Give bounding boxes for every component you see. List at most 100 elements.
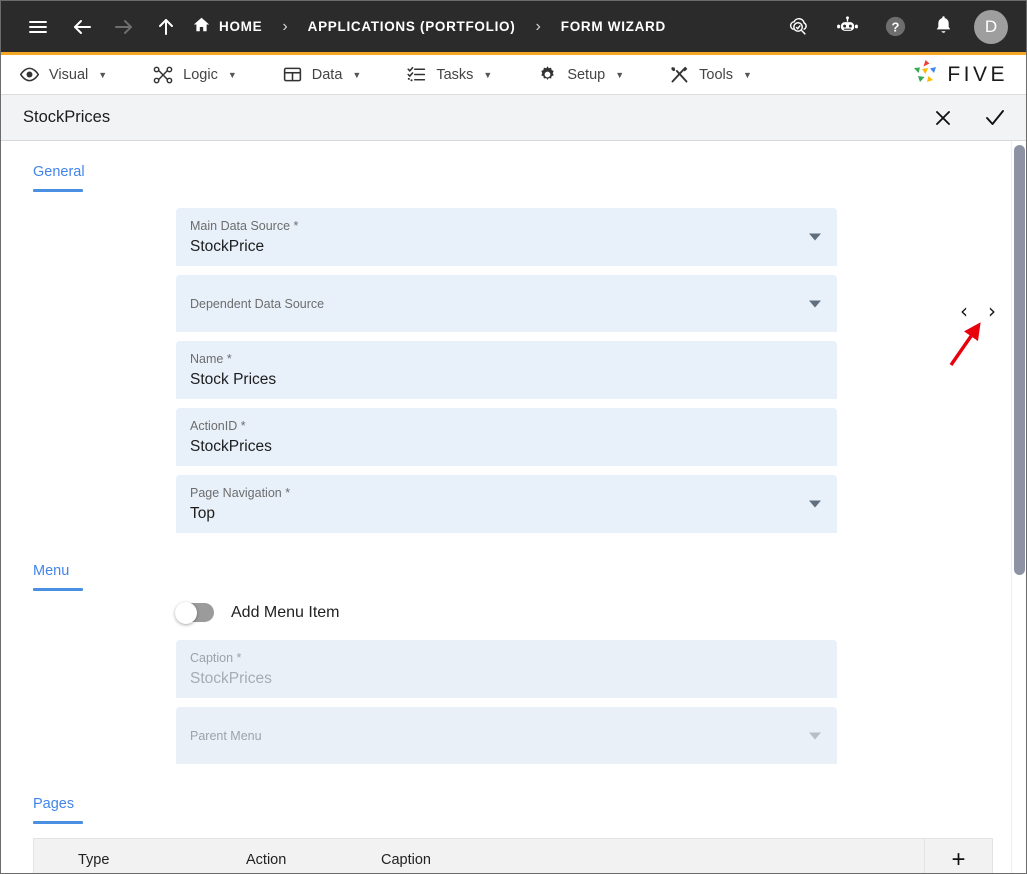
robot-icon[interactable] <box>830 10 864 44</box>
table-icon <box>282 64 303 85</box>
section-label-general: General <box>33 164 85 180</box>
forward-arrow-icon[interactable] <box>107 10 141 44</box>
menu-label-logic: Logic <box>183 66 218 83</box>
field-label: Page Navigation * <box>190 486 291 500</box>
form-body: ‹ › General Main Data Source * StockPric… <box>1 141 1026 873</box>
breadcrumb-item-home[interactable]: HOME <box>193 16 262 38</box>
field-label: Name * <box>190 352 232 366</box>
section-label-pages: Pages <box>33 796 75 812</box>
field-value: StockPrices <box>190 438 272 455</box>
section-label-menu: Menu <box>33 563 70 579</box>
menu-label-data: Data <box>311 66 343 83</box>
field-caption[interactable]: Caption * StockPrices <box>176 640 837 698</box>
eye-icon <box>19 64 40 85</box>
vertical-scrollbar[interactable] <box>1011 141 1026 873</box>
main-menu-bar: Visual ▼ Logic ▼ Data ▼ Tasks ▼ Setup ▼ … <box>1 55 1026 95</box>
field-dependent-data-source[interactable]: Dependent Data Source <box>176 275 837 332</box>
home-icon <box>193 16 210 38</box>
chevron-down-icon: ▼ <box>615 69 625 80</box>
logic-nodes-icon <box>152 64 174 86</box>
field-label: Dependent Data Source <box>190 296 325 311</box>
menu-label-tasks: Tasks <box>436 66 474 83</box>
confirm-check-icon[interactable] <box>982 105 1008 131</box>
chevron-down-icon: ▼ <box>743 69 752 80</box>
page-title: StockPrices <box>23 108 111 126</box>
add-menu-item-toggle[interactable] <box>175 601 214 624</box>
menu-item-setup[interactable]: Setup ▼ <box>537 64 624 85</box>
field-label: Main Data Source * <box>190 219 299 233</box>
help-icon[interactable]: ? <box>878 10 912 44</box>
chevron-down-icon: ▼ <box>98 69 108 80</box>
menu-item-visual[interactable]: Visual ▼ <box>19 64 107 85</box>
field-page-navigation[interactable]: Page Navigation * Top <box>176 475 837 533</box>
toggle-label: Add Menu Item <box>231 603 340 621</box>
menu-item-data[interactable]: Data ▼ <box>282 64 362 85</box>
close-icon[interactable] <box>930 105 956 131</box>
pages-table: Type Action Caption + Form <box>33 838 993 873</box>
application-window: HOME › APPLICATIONS (PORTFOLIO) › FORM W… <box>0 0 1027 874</box>
add-menu-item-row: Add Menu Item <box>1 601 1011 624</box>
menu-item-tools[interactable]: Tools ▼ <box>669 64 752 85</box>
scrollbar-thumb[interactable] <box>1014 145 1025 575</box>
top-navigation-bar: HOME › APPLICATIONS (PORTFOLIO) › FORM W… <box>1 1 1026 55</box>
avatar[interactable]: D <box>974 9 1008 44</box>
menu-label-setup: Setup <box>567 66 606 83</box>
chevron-down-icon[interactable] <box>809 500 821 508</box>
tools-icon <box>669 64 690 85</box>
next-page-icon[interactable]: › <box>988 301 996 321</box>
back-arrow-icon[interactable] <box>65 10 99 44</box>
section-general: General <box>1 141 1011 192</box>
breadcrumb-item-form-wizard[interactable]: FORM WIZARD <box>561 19 666 34</box>
field-name[interactable]: Name * Stock Prices <box>176 341 837 399</box>
section-pages: Pages <box>1 773 1011 824</box>
column-header-action: Action <box>246 851 287 868</box>
brand-logo: FIVE <box>911 58 1008 91</box>
table-header-row: Type Action Caption + <box>34 839 992 873</box>
chevron-down-icon: ▼ <box>227 69 237 80</box>
gear-icon <box>537 64 558 85</box>
menu-label-tools: Tools <box>699 66 733 83</box>
section-menu: Menu <box>1 542 1011 591</box>
toggle-knob <box>175 601 197 624</box>
field-value: StockPrice <box>190 238 265 255</box>
field-main-data-source[interactable]: Main Data Source * StockPrice <box>176 208 837 266</box>
bell-icon[interactable] <box>926 10 960 44</box>
field-value: Top <box>190 505 215 522</box>
section-underline <box>33 189 83 192</box>
field-action-id[interactable]: ActionID * StockPrices <box>176 408 837 466</box>
form-action-buttons <box>930 105 1008 131</box>
breadcrumb-label-home: HOME <box>219 19 263 34</box>
chevron-down-icon[interactable] <box>809 300 821 307</box>
cloud-check-icon[interactable] <box>782 10 816 44</box>
hamburger-menu-icon[interactable] <box>21 10 55 44</box>
field-label: Parent Menu <box>190 728 262 743</box>
field-parent-menu[interactable]: Parent Menu <box>176 707 837 764</box>
section-underline <box>33 588 83 591</box>
up-arrow-icon[interactable] <box>149 10 183 44</box>
section-underline <box>33 821 83 824</box>
menu-item-tasks[interactable]: Tasks ▼ <box>406 64 492 85</box>
breadcrumb-item-applications[interactable]: APPLICATIONS (PORTFOLIO) <box>308 19 516 34</box>
field-value: Stock Prices <box>190 371 277 388</box>
chevron-down-icon[interactable] <box>809 233 821 241</box>
field-label: ActionID * <box>190 419 246 433</box>
chevron-down-icon: ▼ <box>352 69 362 80</box>
checklist-icon <box>406 64 427 85</box>
menu-fields: Caption * StockPrices Parent Menu <box>1 640 1011 764</box>
chevron-down-icon: ▼ <box>483 69 493 80</box>
prev-page-icon[interactable]: ‹ <box>960 301 968 321</box>
page-navigation-arrows: ‹ › <box>960 301 996 321</box>
general-fields: Main Data Source * StockPrice Dependent … <box>1 208 1011 533</box>
five-pinwheel-icon <box>911 58 941 91</box>
svg-text:?: ? <box>891 20 899 35</box>
menu-label-visual: Visual <box>49 66 89 83</box>
scrollable-content: General Main Data Source * StockPrice De… <box>1 141 1026 873</box>
column-header-type: Type <box>78 851 110 868</box>
add-page-button[interactable]: + <box>924 839 992 873</box>
brand-name: FIVE <box>947 62 1008 86</box>
menu-item-logic[interactable]: Logic ▼ <box>152 64 237 86</box>
breadcrumb-separator-2: › <box>535 17 541 35</box>
field-value: StockPrices <box>190 670 272 687</box>
field-label: Caption * <box>190 651 242 665</box>
chevron-down-icon[interactable] <box>809 732 821 739</box>
